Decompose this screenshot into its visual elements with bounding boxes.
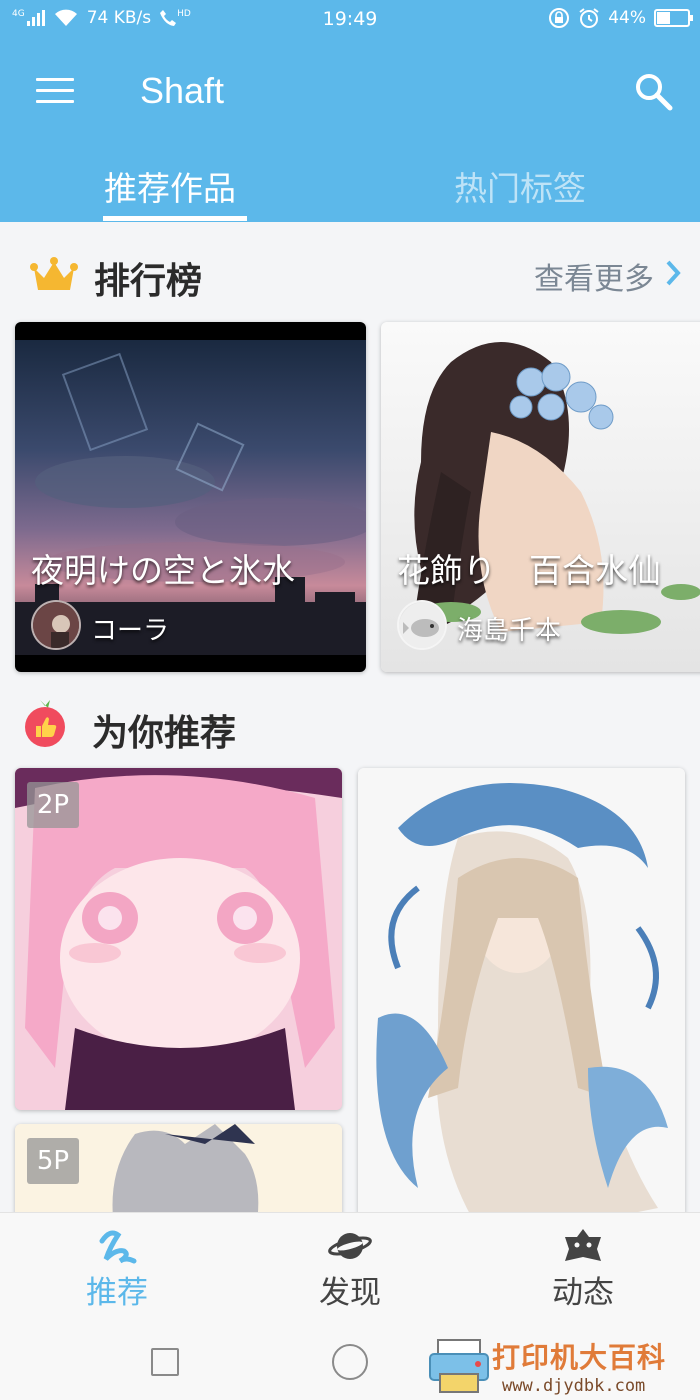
tab-recommended-works[interactable]: 推荐作品: [104, 162, 236, 210]
recommend-card[interactable]: [358, 768, 685, 1228]
star-face-icon: [565, 1229, 601, 1261]
status-bar: 4G 74 KB/s HD 19:49 44%: [0, 0, 700, 38]
bottom-navigation: 推荐 发现 动态: [0, 1212, 700, 1328]
printer-icon: [429, 1339, 489, 1393]
recommend-title: 为你推荐: [92, 713, 237, 754]
page-count-badge: 2P: [27, 782, 79, 828]
author-avatar[interactable]: [31, 600, 81, 650]
app-title: Shaft: [140, 70, 225, 111]
recommend-header: 为你推荐: [0, 696, 700, 756]
nav-activity-label: 动态: [552, 1275, 614, 1311]
app-header: 4G 74 KB/s HD 19:49 44% Shaft 推荐作品 热门标签: [0, 0, 700, 222]
lock-rotation-icon: [549, 8, 570, 28]
ranking-card[interactable]: 花飾り 百合水仙 海島千本: [381, 322, 700, 672]
ranking-card[interactable]: 夜明けの空と氷水 コーラ: [15, 322, 366, 672]
nav-recommend-label: 推荐: [86, 1275, 148, 1311]
ranking-header: 排行榜 查看更多: [0, 244, 700, 304]
menu-button[interactable]: [36, 78, 74, 106]
watermark-url: www.djydbk.com: [502, 1376, 646, 1396]
home-button[interactable]: [332, 1344, 368, 1380]
recents-button[interactable]: [151, 1348, 179, 1376]
page-count-badge: 5P: [27, 1138, 79, 1184]
planet-icon: [328, 1233, 372, 1259]
nav-recommend[interactable]: 推荐: [57, 1227, 177, 1312]
battery-percent: 44%: [608, 8, 646, 28]
nav-activity[interactable]: 动态: [523, 1227, 643, 1312]
author-avatar[interactable]: [397, 600, 447, 650]
thumbs-up-icon: [25, 700, 65, 747]
crown-icon: [30, 257, 78, 290]
watermark-text: 打印机大百科: [492, 1341, 667, 1374]
ranking-title: 排行榜: [94, 261, 203, 302]
active-tab-indicator: [103, 216, 247, 221]
recommend-card[interactable]: 2P: [15, 768, 342, 1110]
tab-bar: 推荐作品 热门标签: [0, 150, 700, 222]
search-icon[interactable]: [632, 70, 676, 114]
watermark-logo: 打印机大百科 www.djydbk.com: [426, 1336, 696, 1400]
view-more-link[interactable]: 查看更多: [534, 254, 654, 298]
artwork-title: 夜明けの空と氷水: [31, 551, 295, 590]
alarm-icon: [579, 8, 599, 28]
artwork-image: [358, 768, 685, 1228]
author-name[interactable]: コーラ: [91, 610, 169, 647]
artwork-title: 花飾り 百合水仙: [397, 551, 661, 590]
recommend-icon: [99, 1230, 137, 1264]
chevron-right-icon[interactable]: [662, 258, 684, 288]
tab-popular-tags[interactable]: 热门标签: [454, 162, 586, 210]
nav-discover-label: 发现: [319, 1275, 381, 1311]
battery-icon: [654, 9, 693, 27]
nav-discover[interactable]: 发现: [290, 1227, 410, 1312]
author-name[interactable]: 海島千本: [457, 610, 561, 647]
